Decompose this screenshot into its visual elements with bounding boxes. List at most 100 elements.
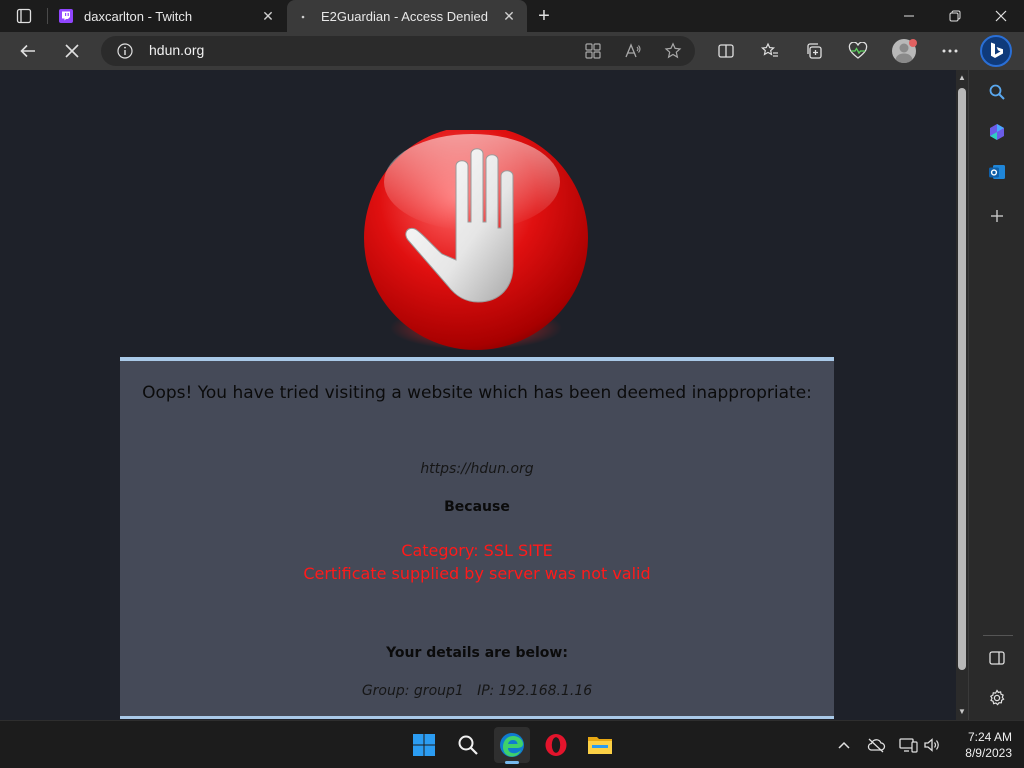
tab-separator bbox=[47, 8, 48, 24]
window-controls bbox=[886, 0, 1024, 32]
bing-icon bbox=[991, 42, 1003, 58]
start-icon bbox=[413, 734, 435, 756]
close-tab-icon[interactable]: ✕ bbox=[256, 4, 280, 28]
chevron-up-icon bbox=[838, 741, 850, 749]
split-screen-icon bbox=[718, 44, 734, 58]
stop-hand-icon bbox=[364, 130, 588, 350]
show-hidden-icons-button[interactable] bbox=[834, 735, 854, 755]
favorites-list-icon bbox=[760, 42, 778, 57]
sidebar-hide-button[interactable] bbox=[985, 646, 1009, 670]
volume-tray-button[interactable] bbox=[922, 735, 942, 755]
sidebar-settings[interactable] bbox=[985, 686, 1009, 710]
clock-time: 7:24 AM bbox=[967, 730, 1012, 744]
scroll-down-icon[interactable]: ▼ bbox=[957, 707, 967, 717]
split-screen-button[interactable] bbox=[714, 39, 738, 63]
group-ip-info: Group: group1 IP: 192.168.1.16 bbox=[361, 683, 593, 699]
page-viewport: Oops! You have tried visiting a website … bbox=[0, 70, 956, 720]
gear-icon bbox=[989, 689, 1005, 706]
start-button[interactable] bbox=[406, 727, 442, 763]
tab-title: daxcarlton - Twitch bbox=[84, 8, 193, 24]
bing-copilot-button[interactable] bbox=[980, 35, 1012, 67]
outlook-icon bbox=[989, 165, 1005, 179]
clock-date: 8/9/2023 bbox=[965, 746, 1012, 760]
opera-icon bbox=[545, 734, 567, 756]
sidebar-divider bbox=[983, 635, 1013, 636]
tab-actions-icon bbox=[16, 8, 32, 24]
minimize-button[interactable] bbox=[886, 0, 932, 32]
sidebar-search[interactable] bbox=[985, 80, 1009, 104]
tab-access-denied[interactable]: E2Guardian - Access Denied ✕ bbox=[287, 0, 527, 32]
sidebar-add-button[interactable] bbox=[985, 204, 1009, 228]
edge-icon bbox=[500, 733, 524, 757]
page-heading: Oops! You have tried visiting a website … bbox=[142, 383, 812, 403]
tab-actions-button[interactable] bbox=[8, 4, 40, 28]
taskbar-search-button[interactable] bbox=[450, 727, 486, 763]
taskbar-opera[interactable] bbox=[538, 727, 574, 763]
close-window-button[interactable] bbox=[978, 0, 1024, 32]
back-button[interactable] bbox=[12, 35, 44, 67]
star-icon bbox=[664, 42, 682, 59]
new-tab-button[interactable]: + bbox=[531, 4, 557, 28]
restore-button[interactable] bbox=[932, 0, 978, 32]
more-dots-icon bbox=[942, 49, 958, 53]
network-icon bbox=[899, 738, 918, 753]
speaker-icon bbox=[924, 738, 939, 752]
loading-icon bbox=[295, 8, 311, 24]
browser-essentials-button[interactable] bbox=[846, 39, 870, 63]
sidebar-outlook[interactable] bbox=[985, 160, 1009, 184]
app-available-button[interactable] bbox=[583, 41, 603, 61]
minimize-icon bbox=[904, 15, 914, 17]
taskbar-file-explorer[interactable] bbox=[582, 727, 618, 763]
apps-grid-icon bbox=[585, 43, 601, 59]
url-text[interactable]: hdun.org bbox=[149, 42, 204, 58]
twitch-icon bbox=[58, 8, 74, 24]
edge-sidebar bbox=[968, 70, 1024, 720]
plus-icon bbox=[991, 210, 1003, 222]
site-info-icon[interactable] bbox=[117, 43, 133, 59]
stop-x-icon bbox=[65, 44, 79, 58]
restore-icon bbox=[949, 10, 961, 22]
sidebar-copilot[interactable] bbox=[985, 120, 1009, 144]
sidebar-toggle-icon bbox=[989, 651, 1005, 665]
stop-loading-button[interactable] bbox=[56, 35, 88, 67]
read-aloud-button[interactable] bbox=[623, 41, 643, 61]
network-tray-button[interactable] bbox=[898, 735, 918, 755]
system-clock[interactable]: 7:24 AM 8/9/2023 bbox=[948, 729, 1012, 761]
collections-icon bbox=[807, 43, 822, 59]
reason-category: Category: SSL SITE bbox=[401, 541, 553, 560]
access-denied-panel: Oops! You have tried visiting a website … bbox=[120, 357, 834, 719]
tab-twitch[interactable]: daxcarlton - Twitch ✕ bbox=[50, 0, 286, 32]
blocked-url: https://hdun.org bbox=[420, 461, 534, 477]
read-aloud-icon bbox=[625, 43, 641, 58]
plus-icon: + bbox=[538, 4, 550, 27]
address-bar[interactable]: hdun.org bbox=[101, 36, 695, 66]
profile-notification-dot bbox=[909, 39, 917, 47]
file-explorer-icon bbox=[588, 737, 612, 754]
onedrive-tray-button[interactable] bbox=[866, 735, 886, 755]
heart-pulse-icon bbox=[848, 42, 868, 59]
block-reason: Category: SSL SITE Certificate supplied … bbox=[120, 539, 834, 585]
collections-button[interactable] bbox=[802, 39, 826, 63]
search-icon bbox=[458, 735, 478, 755]
active-app-indicator bbox=[505, 761, 519, 764]
because-label: Because bbox=[444, 499, 510, 515]
scrollbar-thumb[interactable] bbox=[958, 88, 966, 670]
favorite-star-button[interactable] bbox=[663, 41, 683, 61]
browser-toolbar: hdun.org bbox=[0, 32, 1024, 70]
scroll-up-icon[interactable]: ▲ bbox=[957, 73, 967, 83]
taskbar-edge[interactable] bbox=[494, 727, 530, 763]
reason-detail: Certificate supplied by server was not v… bbox=[303, 564, 651, 583]
cloud-off-icon bbox=[867, 738, 886, 753]
details-label: Your details are below: bbox=[386, 645, 568, 661]
tab-title: E2Guardian - Access Denied bbox=[321, 8, 488, 24]
page-scrollbar[interactable]: ▲ ▼ bbox=[956, 70, 968, 720]
favorites-button[interactable] bbox=[758, 39, 782, 63]
screen: daxcarlton - Twitch ✕ E2Guardian - Acces… bbox=[0, 0, 1024, 768]
copilot-icon bbox=[990, 124, 1004, 140]
close-tab-icon[interactable]: ✕ bbox=[497, 4, 521, 28]
search-icon bbox=[989, 84, 1005, 100]
windows-taskbar: 7:24 AM 8/9/2023 bbox=[0, 720, 1024, 768]
tab-strip: daxcarlton - Twitch ✕ E2Guardian - Acces… bbox=[0, 0, 1024, 32]
settings-more-button[interactable] bbox=[938, 39, 962, 63]
close-icon bbox=[995, 10, 1007, 22]
